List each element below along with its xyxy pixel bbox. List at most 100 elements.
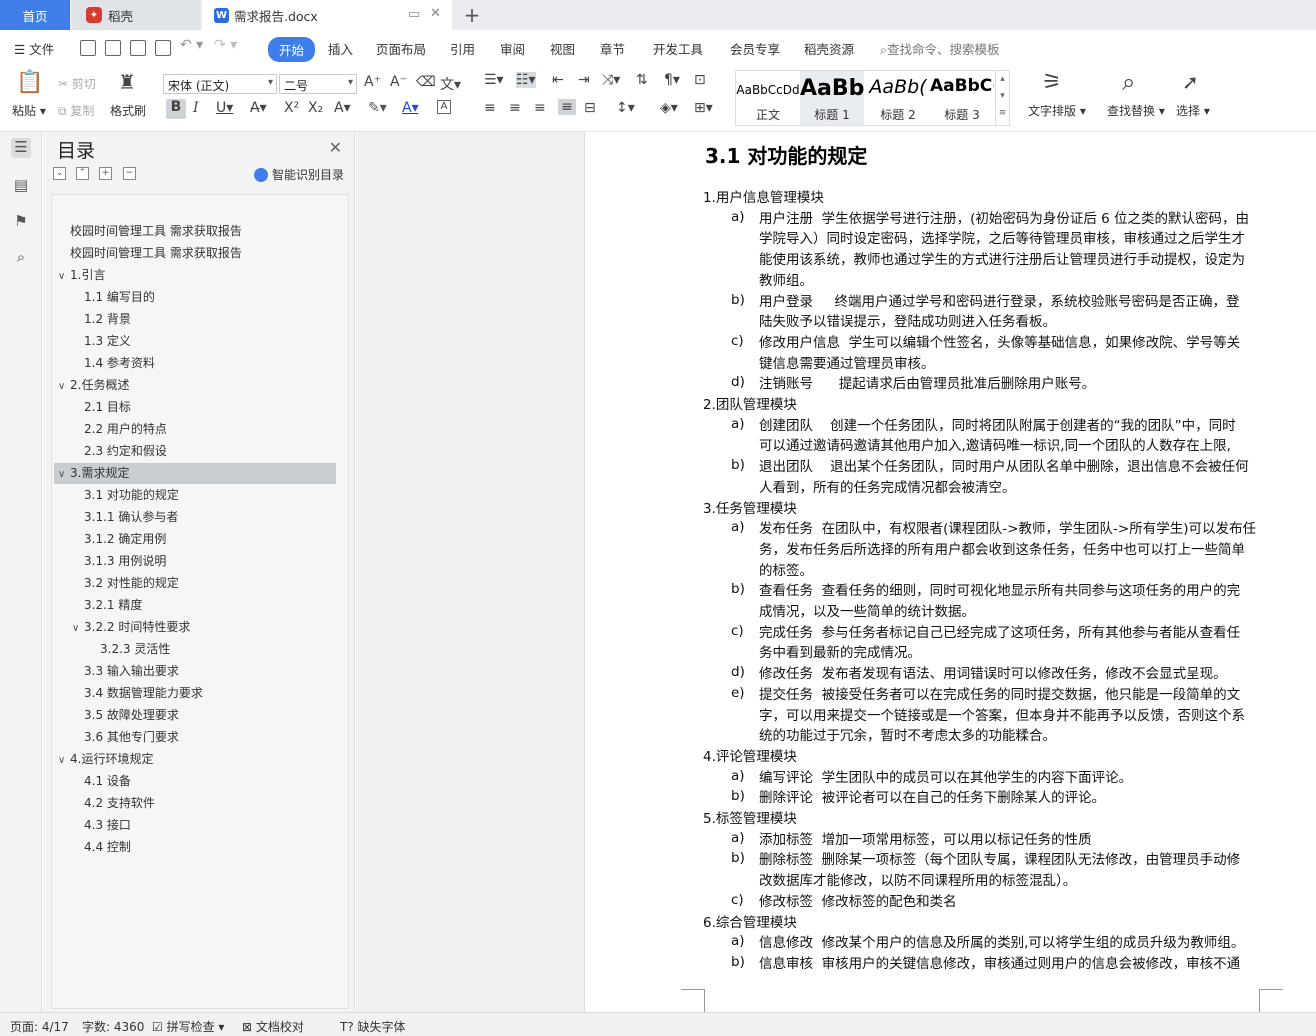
collapse-all-icon[interactable]: ⌄	[53, 167, 66, 180]
toc-item[interactable]: 1.3 定义	[54, 331, 336, 352]
grow-font-icon[interactable]: A⁺	[364, 74, 381, 90]
font-color-icon[interactable]: A▾	[402, 100, 419, 116]
select-button[interactable]: 选择 ▾	[1176, 102, 1210, 119]
toc-item[interactable]: 1.4 参考资料	[54, 353, 336, 374]
toc-item[interactable]: 4.4 控制	[54, 837, 336, 858]
toc-item[interactable]: 3.1.3 用例说明	[54, 551, 336, 572]
tab-document[interactable]: W 需求报告.docx ▭ ✕	[202, 0, 452, 30]
toc-item[interactable]: 2.1 目标	[54, 397, 336, 418]
toc-item[interactable]: 3.5 故障处理要求	[54, 705, 336, 726]
style-scroll-icon[interactable]: ▴ ▾ ≡	[995, 71, 1009, 125]
align-center-icon[interactable]: ≡	[509, 100, 521, 116]
sort-icon[interactable]: ⇅	[636, 72, 648, 88]
redo-icon[interactable]: ↷ ▾	[214, 37, 237, 53]
float-window-icon[interactable]: ▭	[408, 7, 420, 22]
font-size-select[interactable]: 二号	[279, 74, 357, 94]
bookmark-icon[interactable]: ⚑	[11, 212, 31, 232]
toc-item[interactable]: 1.1 编写目的	[54, 287, 336, 308]
phonetic-icon[interactable]: 文▾	[440, 74, 461, 94]
italic-icon[interactable]: I	[193, 100, 199, 116]
toc-item[interactable]: 3.4 数据管理能力要求	[54, 683, 336, 704]
chevron-down-icon[interactable]: ∨	[58, 266, 70, 287]
outline-icon[interactable]: ☰	[11, 138, 31, 158]
style-heading1[interactable]: AaBb 标题 1	[800, 71, 864, 125]
command-search[interactable]: ⌕查找命令、搜索模板	[880, 39, 1000, 58]
word-count[interactable]: 字数: 4360	[82, 1018, 144, 1035]
toc-item[interactable]: ∨ 4.运行环境规定	[54, 749, 336, 770]
distribute-icon[interactable]: ⊟	[584, 100, 596, 116]
style-heading2[interactable]: AaBb(标题 2	[866, 71, 930, 125]
toc-item[interactable]: 3.1.1 确认参与者	[54, 507, 336, 528]
print-icon[interactable]	[130, 40, 146, 56]
find-replace-button[interactable]: 查找替换 ▾	[1107, 102, 1165, 119]
justify-icon[interactable]: ≡	[558, 99, 576, 115]
toc-item[interactable]: 1.2 背景	[54, 309, 336, 330]
close-icon[interactable]: ✕	[329, 138, 342, 157]
new-tab-button[interactable]: +	[460, 0, 484, 30]
save-icon[interactable]	[80, 40, 96, 56]
paste-button[interactable]: 粘贴 ▾	[12, 102, 46, 119]
clear-format-icon[interactable]: ⌫	[416, 74, 436, 90]
menu-item-chapter[interactable]: 章节	[600, 39, 625, 58]
text-layout-button[interactable]: 文字排版 ▾	[1028, 102, 1086, 119]
remove-heading-icon[interactable]: −	[123, 167, 136, 180]
menu-item-layout[interactable]: 页面布局	[376, 39, 426, 58]
format-painter-button[interactable]: 格式刷	[110, 102, 146, 119]
doc-proof-button[interactable]: ⊠ 文档校对	[242, 1018, 304, 1035]
expand-up-icon[interactable]: ⌃	[76, 167, 89, 180]
line-spacing-icon[interactable]: ↕▾	[616, 100, 635, 116]
toc-item[interactable]: ∨ 1.引言	[54, 265, 336, 286]
increase-indent-icon[interactable]: ⇥	[578, 72, 590, 88]
print-preview-icon[interactable]	[155, 40, 171, 56]
font-name-select[interactable]: 宋体 (正文)	[163, 74, 277, 94]
tab-home[interactable]: 首页	[0, 0, 70, 30]
char-border-icon[interactable]: A	[437, 100, 451, 114]
superscript-icon[interactable]: X²	[284, 100, 299, 116]
toc-item[interactable]: 4.3 接口	[54, 815, 336, 836]
show-marks-icon[interactable]: ¶▾	[664, 72, 680, 88]
menu-item-references[interactable]: 引用	[450, 39, 475, 58]
style-heading3[interactable]: AaBbC(标题 3	[930, 71, 994, 125]
chapter-nav-icon[interactable]: ▤	[11, 176, 31, 196]
menu-item-member[interactable]: 会员专享	[730, 39, 780, 58]
toc-item[interactable]: 3.1.2 确定用例	[54, 529, 336, 550]
menu-item-developer[interactable]: 开发工具	[653, 39, 703, 58]
toc-item[interactable]: ∨ 3.需求规定	[54, 463, 336, 484]
export-pdf-icon[interactable]	[105, 40, 121, 56]
chevron-down-icon[interactable]: ∨	[58, 750, 70, 771]
menu-item-daoke-resources[interactable]: 稻壳资源	[804, 39, 854, 58]
subscript-icon[interactable]: X₂	[308, 100, 323, 116]
chevron-down-icon[interactable]: ∨	[72, 618, 84, 639]
toc-item[interactable]: 3.2 对性能的规定	[54, 573, 336, 594]
chinese-layout-icon[interactable]: ⤨▾	[602, 72, 620, 88]
toc-item[interactable]: 2.2 用户的特点	[54, 419, 336, 440]
page-indicator[interactable]: 页面: 4/17	[10, 1018, 69, 1035]
bullet-list-icon[interactable]: ☰▾	[484, 72, 504, 88]
format-painter-icon[interactable]: ♜	[118, 70, 136, 94]
borders-icon[interactable]: ⊞▾	[694, 100, 713, 116]
file-menu[interactable]: ☰ 文件	[14, 39, 54, 58]
toc-item[interactable]: 4.2 支持软件	[54, 793, 336, 814]
toc-item[interactable]: 3.1 对功能的规定	[54, 485, 336, 506]
align-left-icon[interactable]: ≡	[484, 100, 496, 116]
missing-font-button[interactable]: T? 缺失字体	[340, 1018, 406, 1035]
text-effect-icon[interactable]: A▾	[334, 100, 351, 116]
tab-stop-icon[interactable]: ⊡	[694, 72, 706, 88]
toc-item[interactable]: 2.3 约定和假设	[54, 441, 336, 462]
toc-item[interactable]: ∨ 3.2.2 时间特性要求	[54, 617, 336, 638]
copy-button[interactable]: ⧉ 复制	[58, 102, 94, 119]
ai-recognize-toc-button[interactable]: 智能识别目录	[253, 166, 344, 183]
numbered-list-icon[interactable]: ☷▾	[516, 72, 536, 88]
chevron-down-icon[interactable]: ∨	[58, 464, 70, 485]
spell-check-button[interactable]: ☑ 拼写检查 ▾	[152, 1018, 224, 1035]
decrease-indent-icon[interactable]: ⇤	[552, 72, 564, 88]
align-right-icon[interactable]: ≡	[534, 100, 546, 116]
chevron-down-icon[interactable]: ∨	[58, 376, 70, 397]
style-normal[interactable]: AaBbCcDd 正文	[736, 71, 800, 125]
toc-item[interactable]: 3.6 其他专门要求	[54, 727, 336, 748]
undo-icon[interactable]: ↶ ▾	[180, 37, 203, 53]
toc-item[interactable]: 3.2.1 精度	[54, 595, 336, 616]
shrink-font-icon[interactable]: A⁻	[390, 74, 407, 90]
search-panel-icon[interactable]: ⌕	[11, 248, 31, 268]
add-heading-icon[interactable]: +	[99, 167, 112, 180]
